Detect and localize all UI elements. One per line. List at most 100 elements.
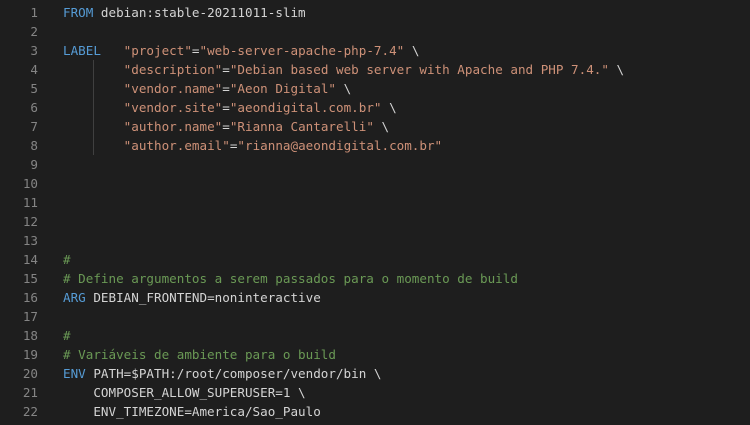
keyword-token: ENV bbox=[63, 366, 86, 381]
line-content: "author.name"="Rianna Cantarelli" \ bbox=[63, 117, 389, 136]
string-token: "Aeon Digital" bbox=[229, 81, 336, 96]
indent-guide bbox=[93, 79, 95, 98]
line-number: 13 bbox=[22, 233, 38, 248]
code-token: \ bbox=[404, 43, 420, 58]
code-line[interactable]: 21 COMPOSER_ALLOW_SUPERUSER=1 \ bbox=[0, 383, 750, 402]
code-editor[interactable]: 1 FROM debian:stable-20211011-slim 2 3 LABEL… bbox=[0, 0, 750, 425]
code-token: = bbox=[222, 100, 230, 115]
string-token: "description" bbox=[123, 62, 223, 77]
line-content: # Define argumentos a serem passados par… bbox=[63, 269, 518, 288]
keyword-token: LABEL bbox=[63, 43, 101, 58]
line-content: LABEL "project"="web-server-apache-php-7… bbox=[63, 41, 419, 60]
line-number: 3 bbox=[30, 43, 38, 58]
line-number: 18 bbox=[22, 328, 38, 343]
code-line[interactable]: 12 bbox=[0, 212, 750, 231]
code-token: debian:stable-20211011-slim bbox=[93, 5, 306, 20]
line-number: 10 bbox=[22, 176, 38, 191]
code-line[interactable]: 2 bbox=[0, 22, 750, 41]
indent-guide bbox=[93, 60, 95, 79]
code-line[interactable]: 20 ENV PATH=$PATH:/root/composer/vendor/b… bbox=[0, 364, 750, 383]
line-content: "description"="Debian based web server w… bbox=[63, 60, 624, 79]
indent-guide bbox=[93, 136, 95, 155]
code-token: = bbox=[191, 43, 200, 58]
line-number: 4 bbox=[30, 62, 38, 77]
line-number: 14 bbox=[22, 252, 38, 267]
code-token: COMPOSER_ALLOW_SUPERUSER=1 \ bbox=[63, 385, 306, 400]
line-number: 12 bbox=[22, 214, 38, 229]
line-number: 16 bbox=[22, 290, 38, 305]
line-number: 6 bbox=[30, 100, 38, 115]
code-token: = bbox=[222, 81, 230, 96]
line-number: 22 bbox=[22, 404, 38, 419]
line-number: 1 bbox=[30, 5, 38, 20]
code-line[interactable]: 15 # Define argumentos a serem passados p… bbox=[0, 269, 750, 288]
line-number: 8 bbox=[30, 138, 38, 153]
string-token: "author.email" bbox=[123, 138, 230, 153]
line-content: FROM debian:stable-20211011-slim bbox=[63, 3, 306, 22]
code-line[interactable]: 7 "author.name"="Rianna Cantarelli" \ bbox=[0, 117, 750, 136]
code-line[interactable]: 6 "vendor.site"="aeondigital.com.br" \ bbox=[0, 98, 750, 117]
code-line[interactable]: 18 # bbox=[0, 326, 750, 345]
line-content: ARG DEBIAN_FRONTEND=noninteractive bbox=[63, 288, 321, 307]
comment-token: # bbox=[63, 328, 71, 343]
code-token: \ bbox=[381, 100, 397, 115]
line-content: "vendor.site"="aeondigital.com.br" \ bbox=[63, 98, 397, 117]
line-number: 21 bbox=[22, 385, 38, 400]
keyword-token: ARG bbox=[63, 290, 86, 305]
comment-token: # Define argumentos a serem passados par… bbox=[63, 271, 518, 286]
line-content: # bbox=[63, 326, 71, 345]
string-token: "aeondigital.com.br" bbox=[229, 100, 382, 115]
code-token: \ bbox=[608, 62, 625, 77]
line-number: 20 bbox=[22, 366, 38, 381]
code-line[interactable]: 11 bbox=[0, 193, 750, 212]
comment-token: # bbox=[63, 252, 71, 267]
code-line[interactable]: 3 LABEL "project"="web-server-apache-php-… bbox=[0, 41, 750, 60]
line-content: ENV PATH=$PATH:/root/composer/vendor/bin… bbox=[63, 364, 381, 383]
string-token: "Rianna Cantarelli" bbox=[229, 119, 374, 134]
line-number: 2 bbox=[30, 24, 38, 39]
line-number: 9 bbox=[30, 157, 38, 172]
code-line[interactable]: 13 bbox=[0, 231, 750, 250]
comment-token: # Variáveis de ambiente para o build bbox=[63, 347, 336, 362]
code-line[interactable]: 22 ENV_TIMEZONE=America/Sao_Paulo bbox=[0, 402, 750, 421]
line-content: # Variáveis de ambiente para o build bbox=[63, 345, 336, 364]
code-token: PATH=$PATH:/root/composer/vendor/bin \ bbox=[85, 366, 382, 381]
code-token: = bbox=[222, 119, 230, 134]
code-line[interactable]: 10 bbox=[0, 174, 750, 193]
line-content: "author.email"="rianna@aeondigital.com.b… bbox=[63, 136, 442, 155]
line-content: COMPOSER_ALLOW_SUPERUSER=1 \ bbox=[63, 383, 306, 402]
code-token: \ bbox=[373, 119, 390, 134]
code-line[interactable]: 1 FROM debian:stable-20211011-slim bbox=[0, 3, 750, 22]
string-token: "rianna@aeondigital.com.br" bbox=[237, 138, 443, 153]
code-token: = bbox=[222, 62, 230, 77]
code-token: DEBIAN_FRONTEND=noninteractive bbox=[85, 290, 321, 305]
code-token: \ bbox=[336, 81, 352, 96]
line-content: "vendor.name"="Aeon Digital" \ bbox=[63, 79, 352, 98]
code-line[interactable]: 19 # Variáveis de ambiente para o build bbox=[0, 345, 750, 364]
code-line[interactable]: 17 bbox=[0, 307, 750, 326]
line-number: 15 bbox=[22, 271, 38, 286]
code-line[interactable]: 4 "description"="Debian based web server… bbox=[0, 60, 750, 79]
indent-guide bbox=[93, 98, 95, 117]
string-token: "project" bbox=[123, 43, 192, 58]
string-token: "author.name" bbox=[123, 119, 223, 134]
code-line[interactable]: 16 ARG DEBIAN_FRONTEND=noninteractive bbox=[0, 288, 750, 307]
code-line[interactable]: 14 # bbox=[0, 250, 750, 269]
string-token: "vendor.site" bbox=[123, 100, 223, 115]
string-token: "vendor.name" bbox=[123, 81, 223, 96]
line-number: 19 bbox=[22, 347, 38, 362]
line-number: 11 bbox=[22, 195, 38, 210]
keyword-token: FROM bbox=[63, 5, 94, 20]
line-number: 5 bbox=[30, 81, 38, 96]
code-line[interactable]: 5 "vendor.name"="Aeon Digital" \ bbox=[0, 79, 750, 98]
code-token: ENV_TIMEZONE=America/Sao_Paulo bbox=[63, 404, 321, 419]
code-line[interactable]: 8 "author.email"="rianna@aeondigital.com… bbox=[0, 136, 750, 155]
line-number: 17 bbox=[22, 309, 38, 324]
line-content: # bbox=[63, 250, 71, 269]
string-token: "Debian based web server with Apache and… bbox=[229, 62, 609, 77]
string-token: "web-server-apache-php-7.4" bbox=[199, 43, 405, 58]
line-content: ENV_TIMEZONE=America/Sao_Paulo bbox=[63, 402, 321, 421]
indent-guide bbox=[93, 117, 95, 136]
code-line[interactable]: 9 bbox=[0, 155, 750, 174]
